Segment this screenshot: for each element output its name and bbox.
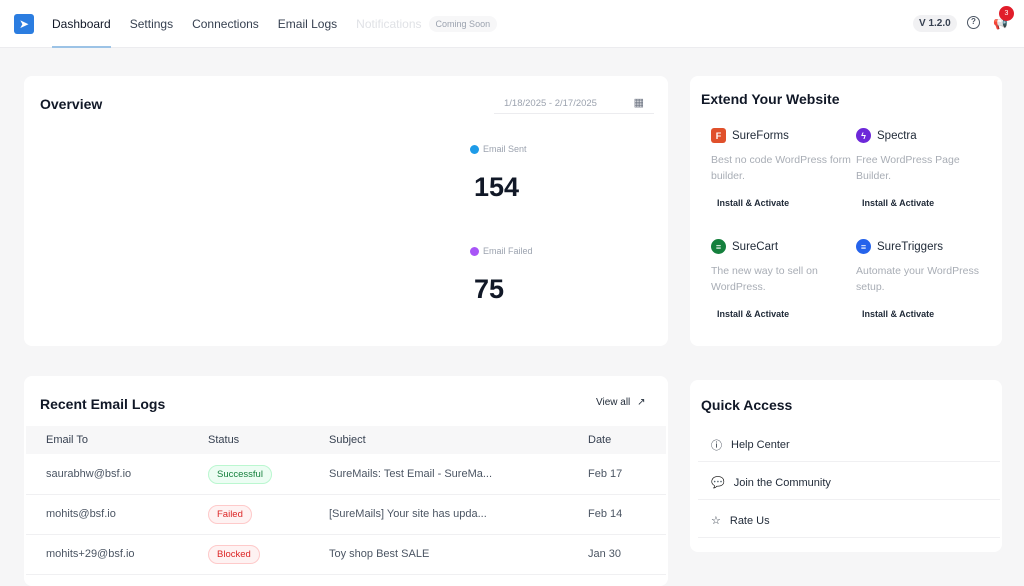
nav-email-logs[interactable]: Email Logs	[278, 0, 337, 48]
email-sent-stat: Email Sent 154	[470, 144, 660, 204]
product-suretriggers: ≡ SureTriggers Automate your WordPress se…	[856, 239, 996, 323]
install-activate-button[interactable]: Install & Activate	[856, 305, 940, 323]
date: Feb 17	[568, 454, 666, 495]
surecart-icon: ≡	[711, 239, 726, 254]
logs-title: Recent Email Logs	[40, 396, 166, 412]
sureforms-icon: F	[711, 128, 726, 143]
nav-dashboard[interactable]: Dashboard	[52, 0, 111, 48]
product-desc: Free WordPress Page Builder.	[856, 154, 960, 182]
spectra-icon: ϟ	[856, 128, 871, 143]
nav-settings[interactable]: Settings	[130, 0, 173, 48]
top-nav-bar: ➤ Dashboard Settings Connections Email L…	[0, 0, 1024, 48]
date-range-text: 1/18/2025 - 2/17/2025	[504, 98, 597, 109]
coming-soon-badge: Coming Soon	[428, 16, 498, 32]
product-desc: Best no code WordPress form builder.	[711, 154, 851, 182]
version-badge: V 1.2.0	[913, 15, 957, 32]
install-activate-button[interactable]: Install & Activate	[711, 194, 795, 212]
email-to: mohits@bsf.io	[26, 494, 188, 535]
nav-notifications: Notifications	[356, 17, 422, 31]
col-email-to: Email To	[26, 426, 188, 454]
app-logo-icon[interactable]: ➤	[14, 14, 34, 34]
star-icon: ☆	[711, 515, 721, 527]
extend-title: Extend Your Website	[701, 91, 840, 107]
status-badge: Failed	[208, 505, 252, 524]
failed-dot-icon	[470, 247, 479, 257]
product-name: SureCart	[732, 240, 779, 253]
overview-title: Overview	[40, 96, 103, 112]
email-to: saurabhw@bsf.io	[26, 454, 188, 495]
date: Feb 14	[568, 494, 666, 535]
email-failed-stat: Email Failed 75	[470, 246, 660, 306]
overview-card: Overview	[24, 76, 668, 346]
table-row[interactable]: mohits@bsf.io Failed [SureMails] Your si…	[26, 494, 666, 535]
product-spectra: ϟ Spectra Free WordPress Page Builder. In…	[856, 128, 996, 212]
status-badge: Blocked	[208, 545, 260, 564]
calendar-icon: ▦	[633, 97, 644, 109]
join-community-link[interactable]: 💬 Join the Community	[698, 466, 1000, 500]
subject: SureMails: Test Email - SureMa...	[309, 454, 568, 495]
nav-connections[interactable]: Connections	[192, 0, 259, 48]
sent-value: 154	[474, 172, 520, 203]
col-date: Date	[568, 426, 666, 454]
quick-access-title: Quick Access	[701, 397, 793, 413]
table-row[interactable]: mohits+29@bsf.io Blocked Toy shop Best S…	[26, 534, 666, 575]
help-icon[interactable]: ?	[967, 16, 980, 29]
table-header: Email To Status Subject Date	[26, 426, 666, 454]
subject: [SureMails] Your site has upda...	[309, 494, 568, 535]
quick-item-label: Join the Community	[733, 476, 831, 489]
col-status: Status	[188, 426, 309, 454]
notification-count: 3	[999, 6, 1014, 21]
date-range-picker[interactable]: 1/18/2025 - 2/17/2025 ▦	[494, 92, 654, 114]
sent-label: Email Sent	[483, 144, 527, 154]
chat-icon: 💬	[711, 477, 725, 489]
email-to: mohits+29@bsf.io	[26, 534, 188, 575]
product-name: SureTriggers	[877, 240, 944, 253]
install-activate-button[interactable]: Install & Activate	[711, 305, 795, 323]
help-center-link[interactable]: ⓘ Help Center	[698, 428, 1000, 462]
col-subject: Subject	[309, 426, 568, 454]
product-sureforms: F SureForms Best no code WordPress form b…	[711, 128, 851, 212]
rate-us-link[interactable]: ☆ Rate Us	[698, 504, 1000, 538]
subject: Toy shop Best SALE	[309, 534, 568, 575]
view-all-link[interactable]: View all ↗	[596, 397, 645, 408]
product-desc: The new way to sell on WordPress.	[711, 265, 818, 293]
help-circle-icon: ⓘ	[711, 439, 722, 452]
email-logs-table: Email To Status Subject Date saurabhw@bs…	[26, 426, 666, 575]
quick-item-label: Rate Us	[729, 514, 770, 527]
date: Jan 30	[568, 534, 666, 575]
table-row[interactable]: saurabhw@bsf.io Successful SureMails: Te…	[26, 454, 666, 495]
status-badge: Successful	[208, 464, 272, 484]
product-name: SureForms	[732, 129, 789, 142]
product-name: Spectra	[877, 129, 917, 142]
product-surecart: ≡ SureCart The new way to sell on WordPre…	[711, 239, 851, 323]
main-nav: Dashboard Settings Connections Email Log…	[52, 0, 498, 48]
suretriggers-icon: ≡	[856, 239, 871, 254]
install-activate-button[interactable]: Install & Activate	[856, 194, 940, 212]
arrow-up-right-icon: ↗	[637, 397, 646, 408]
quick-item-label: Help Center	[731, 438, 790, 451]
view-all-label: View all	[596, 397, 631, 408]
failed-value: 75	[474, 274, 505, 305]
product-desc: Automate your WordPress setup.	[856, 265, 979, 293]
sent-dot-icon	[470, 145, 479, 155]
failed-label: Email Failed	[483, 246, 533, 256]
